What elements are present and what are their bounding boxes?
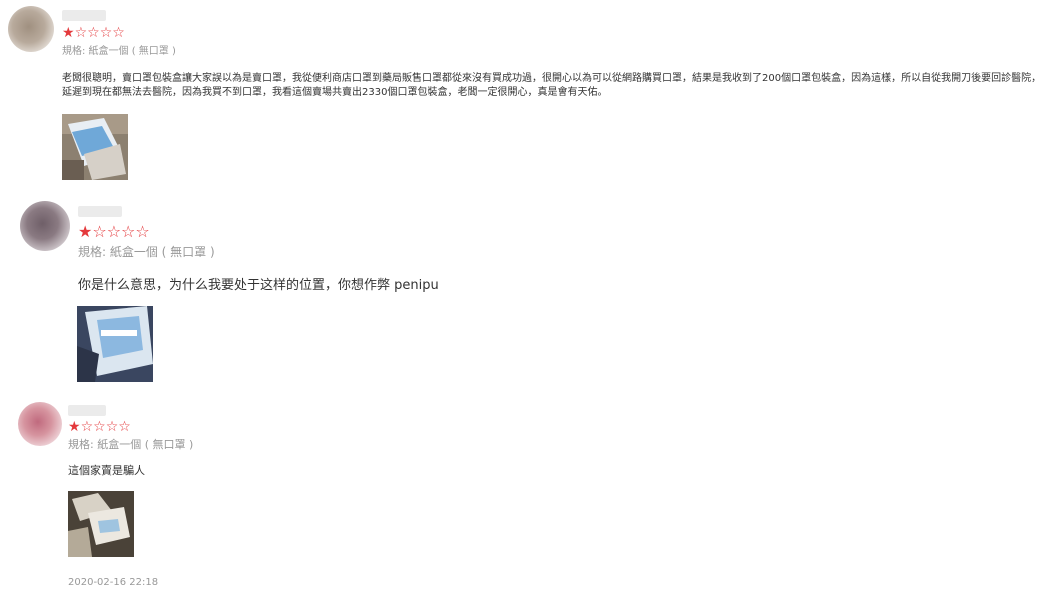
star-filled-icon: ★ [68, 419, 81, 435]
review-photo[interactable] [62, 114, 128, 180]
review-2: ★☆☆☆☆ 規格: 紙盒一個 ( 無口罩 ) 你是什么意思，为什么我要处于这样的… [0, 195, 1060, 390]
review-photo[interactable] [68, 491, 134, 557]
star-empty-icon: ☆ [106, 222, 122, 241]
avatar[interactable] [18, 402, 62, 446]
star-empty-icon: ☆ [121, 222, 136, 241]
star-empty-icon: ☆ [87, 25, 100, 41]
photo-thumbnail [62, 114, 128, 180]
reviewer-name[interactable] [62, 10, 106, 21]
star-rating: ★☆☆☆☆ [78, 224, 150, 240]
product-spec: 規格: 紙盒一個 ( 無口罩 ) [62, 46, 176, 57]
star-empty-icon: ☆ [112, 25, 125, 41]
review-timestamp: 2020-02-16 22:18 [68, 577, 159, 588]
product-spec: 規格: 紙盒一個 ( 無口罩 ) [68, 438, 194, 451]
review-content: 老闆很聰明，賣口罩包裝盒讓大家誤以為是賣口罩，我從便利商店口罩到藥局販售口罩都從… [62, 73, 1042, 98]
review-photo[interactable] [77, 306, 153, 382]
star-empty-icon: ☆ [93, 419, 106, 435]
star-empty-icon: ☆ [99, 25, 113, 41]
star-empty-icon: ☆ [92, 222, 107, 241]
avatar[interactable] [20, 201, 70, 251]
product-spec: 規格: 紙盒一個 ( 無口罩 ) [78, 245, 215, 259]
review-content: 這個家賣是騙人 [68, 464, 145, 477]
star-empty-icon: ☆ [135, 222, 150, 241]
photo-thumbnail [77, 306, 153, 382]
star-empty-icon: ☆ [80, 419, 94, 435]
star-empty-icon: ☆ [74, 25, 88, 41]
review-content: 你是什么意思，为什么我要处于这样的位置，你想作弊 penipu [78, 278, 439, 293]
star-filled-icon: ★ [78, 222, 93, 241]
star-rating: ★☆☆☆☆ [62, 26, 125, 40]
photo-thumbnail [68, 491, 134, 557]
reviewer-name[interactable] [68, 405, 106, 416]
star-rating: ★☆☆☆☆ [68, 420, 131, 434]
star-filled-icon: ★ [62, 25, 75, 41]
review-3: ★☆☆☆☆ 規格: 紙盒一個 ( 無口罩 ) 這個家賣是騙人 2020-02-1… [0, 396, 1060, 596]
reviewer-name[interactable] [78, 206, 122, 217]
review-1: ★☆☆☆☆ 規格: 紙盒一個 ( 無口罩 ) 老闆很聰明，賣口罩包裝盒讓大家誤以… [0, 0, 1060, 190]
star-empty-icon: ☆ [118, 419, 131, 435]
star-empty-icon: ☆ [105, 419, 119, 435]
avatar[interactable] [8, 6, 54, 52]
